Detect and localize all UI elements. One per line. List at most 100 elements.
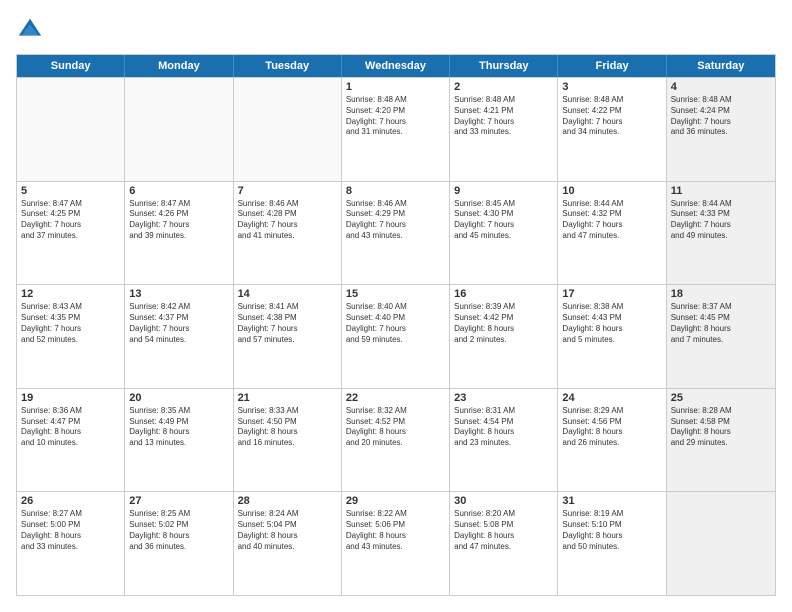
cal-cell-7: 7 Sunrise: 8:46 AM Sunset: 4:28 PM Daylig…	[234, 182, 342, 285]
day-number: 23	[454, 392, 553, 404]
header-day-sunday: Sunday	[17, 55, 125, 77]
cell-content: Sunrise: 8:38 AM Sunset: 4:43 PM Dayligh…	[562, 302, 661, 345]
cal-cell-empty	[667, 492, 775, 595]
cal-cell-31: 31 Sunrise: 8:19 AM Sunset: 5:10 PM Dayli…	[558, 492, 666, 595]
cal-cell-30: 30 Sunrise: 8:20 AM Sunset: 5:08 PM Dayli…	[450, 492, 558, 595]
day-number: 6	[129, 185, 228, 197]
day-number: 24	[562, 392, 661, 404]
calendar: SundayMondayTuesdayWednesdayThursdayFrid…	[16, 54, 776, 596]
cal-cell-6: 6 Sunrise: 8:47 AM Sunset: 4:26 PM Daylig…	[125, 182, 233, 285]
logo-icon	[16, 16, 44, 44]
cell-content: Sunrise: 8:19 AM Sunset: 5:10 PM Dayligh…	[562, 509, 661, 552]
cell-content: Sunrise: 8:36 AM Sunset: 4:47 PM Dayligh…	[21, 406, 120, 449]
cell-content: Sunrise: 8:44 AM Sunset: 4:32 PM Dayligh…	[562, 199, 661, 242]
day-number: 21	[238, 392, 337, 404]
cell-content: Sunrise: 8:44 AM Sunset: 4:33 PM Dayligh…	[671, 199, 771, 242]
header	[16, 16, 776, 44]
cal-cell-1: 1 Sunrise: 8:48 AM Sunset: 4:20 PM Daylig…	[342, 78, 450, 181]
cell-content: Sunrise: 8:27 AM Sunset: 5:00 PM Dayligh…	[21, 509, 120, 552]
cal-cell-3: 3 Sunrise: 8:48 AM Sunset: 4:22 PM Daylig…	[558, 78, 666, 181]
cal-cell-empty	[125, 78, 233, 181]
day-number: 2	[454, 81, 553, 93]
day-number: 31	[562, 495, 661, 507]
header-day-friday: Friday	[558, 55, 666, 77]
cell-content: Sunrise: 8:48 AM Sunset: 4:21 PM Dayligh…	[454, 95, 553, 138]
cell-content: Sunrise: 8:48 AM Sunset: 4:22 PM Dayligh…	[562, 95, 661, 138]
calendar-body: 1 Sunrise: 8:48 AM Sunset: 4:20 PM Daylig…	[17, 77, 775, 595]
cal-cell-22: 22 Sunrise: 8:32 AM Sunset: 4:52 PM Dayli…	[342, 389, 450, 492]
cell-content: Sunrise: 8:48 AM Sunset: 4:20 PM Dayligh…	[346, 95, 445, 138]
day-number: 15	[346, 288, 445, 300]
day-number: 12	[21, 288, 120, 300]
cell-content: Sunrise: 8:31 AM Sunset: 4:54 PM Dayligh…	[454, 406, 553, 449]
cell-content: Sunrise: 8:43 AM Sunset: 4:35 PM Dayligh…	[21, 302, 120, 345]
cal-cell-19: 19 Sunrise: 8:36 AM Sunset: 4:47 PM Dayli…	[17, 389, 125, 492]
day-number: 19	[21, 392, 120, 404]
header-day-tuesday: Tuesday	[234, 55, 342, 77]
cal-cell-24: 24Sunrise: 8:29 AM Sunset: 4:56 PM Dayli…	[558, 389, 666, 492]
day-number: 17	[562, 288, 661, 300]
cal-row-3: 19 Sunrise: 8:36 AM Sunset: 4:47 PM Dayli…	[17, 388, 775, 492]
cell-content: Sunrise: 8:45 AM Sunset: 4:30 PM Dayligh…	[454, 199, 553, 242]
cal-cell-8: 8Sunrise: 8:46 AM Sunset: 4:29 PM Daylig…	[342, 182, 450, 285]
cell-content: Sunrise: 8:48 AM Sunset: 4:24 PM Dayligh…	[671, 95, 771, 138]
cell-content: Sunrise: 8:46 AM Sunset: 4:28 PM Dayligh…	[238, 199, 337, 242]
cal-cell-14: 14 Sunrise: 8:41 AM Sunset: 4:38 PM Dayli…	[234, 285, 342, 388]
cell-content: Sunrise: 8:33 AM Sunset: 4:50 PM Dayligh…	[238, 406, 337, 449]
cal-cell-20: 20 Sunrise: 8:35 AM Sunset: 4:49 PM Dayli…	[125, 389, 233, 492]
cal-cell-empty	[17, 78, 125, 181]
day-number: 25	[671, 392, 771, 404]
cell-content: Sunrise: 8:20 AM Sunset: 5:08 PM Dayligh…	[454, 509, 553, 552]
cal-row-0: 1 Sunrise: 8:48 AM Sunset: 4:20 PM Daylig…	[17, 77, 775, 181]
header-day-monday: Monday	[125, 55, 233, 77]
cell-content: Sunrise: 8:42 AM Sunset: 4:37 PM Dayligh…	[129, 302, 228, 345]
cal-row-2: 12 Sunrise: 8:43 AM Sunset: 4:35 PM Dayli…	[17, 284, 775, 388]
cell-content: Sunrise: 8:35 AM Sunset: 4:49 PM Dayligh…	[129, 406, 228, 449]
cell-content: Sunrise: 8:47 AM Sunset: 4:25 PM Dayligh…	[21, 199, 120, 242]
cell-content: Sunrise: 8:25 AM Sunset: 5:02 PM Dayligh…	[129, 509, 228, 552]
day-number: 28	[238, 495, 337, 507]
cal-cell-23: 23 Sunrise: 8:31 AM Sunset: 4:54 PM Dayli…	[450, 389, 558, 492]
logo	[16, 16, 48, 44]
day-number: 4	[671, 81, 771, 93]
cell-content: Sunrise: 8:40 AM Sunset: 4:40 PM Dayligh…	[346, 302, 445, 345]
day-number: 11	[671, 185, 771, 197]
day-number: 13	[129, 288, 228, 300]
cal-cell-26: 26 Sunrise: 8:27 AM Sunset: 5:00 PM Dayli…	[17, 492, 125, 595]
day-number: 7	[238, 185, 337, 197]
cal-row-4: 26 Sunrise: 8:27 AM Sunset: 5:00 PM Dayli…	[17, 491, 775, 595]
cal-cell-4: 4 Sunrise: 8:48 AM Sunset: 4:24 PM Daylig…	[667, 78, 775, 181]
cal-cell-10: 10 Sunrise: 8:44 AM Sunset: 4:32 PM Dayli…	[558, 182, 666, 285]
day-number: 30	[454, 495, 553, 507]
day-number: 22	[346, 392, 445, 404]
cell-content: Sunrise: 8:32 AM Sunset: 4:52 PM Dayligh…	[346, 406, 445, 449]
day-number: 10	[562, 185, 661, 197]
cal-cell-empty	[234, 78, 342, 181]
cal-cell-13: 13 Sunrise: 8:42 AM Sunset: 4:37 PM Dayli…	[125, 285, 233, 388]
day-number: 26	[21, 495, 120, 507]
header-day-thursday: Thursday	[450, 55, 558, 77]
cal-cell-9: 9Sunrise: 8:45 AM Sunset: 4:30 PM Daylig…	[450, 182, 558, 285]
day-number: 27	[129, 495, 228, 507]
calendar-header: SundayMondayTuesdayWednesdayThursdayFrid…	[17, 55, 775, 77]
cell-content: Sunrise: 8:24 AM Sunset: 5:04 PM Dayligh…	[238, 509, 337, 552]
cell-content: Sunrise: 8:47 AM Sunset: 4:26 PM Dayligh…	[129, 199, 228, 242]
cell-content: Sunrise: 8:41 AM Sunset: 4:38 PM Dayligh…	[238, 302, 337, 345]
cal-cell-17: 17 Sunrise: 8:38 AM Sunset: 4:43 PM Dayli…	[558, 285, 666, 388]
cal-cell-21: 21 Sunrise: 8:33 AM Sunset: 4:50 PM Dayli…	[234, 389, 342, 492]
header-day-saturday: Saturday	[667, 55, 775, 77]
day-number: 3	[562, 81, 661, 93]
cal-cell-12: 12 Sunrise: 8:43 AM Sunset: 4:35 PM Dayli…	[17, 285, 125, 388]
cal-cell-16: 16Sunrise: 8:39 AM Sunset: 4:42 PM Dayli…	[450, 285, 558, 388]
day-number: 20	[129, 392, 228, 404]
day-number: 5	[21, 185, 120, 197]
day-number: 1	[346, 81, 445, 93]
day-number: 14	[238, 288, 337, 300]
page: SundayMondayTuesdayWednesdayThursdayFrid…	[0, 0, 792, 612]
cell-content: Sunrise: 8:37 AM Sunset: 4:45 PM Dayligh…	[671, 302, 771, 345]
cal-cell-28: 28 Sunrise: 8:24 AM Sunset: 5:04 PM Dayli…	[234, 492, 342, 595]
cal-cell-11: 11 Sunrise: 8:44 AM Sunset: 4:33 PM Dayli…	[667, 182, 775, 285]
cell-content: Sunrise: 8:22 AM Sunset: 5:06 PM Dayligh…	[346, 509, 445, 552]
cal-row-1: 5 Sunrise: 8:47 AM Sunset: 4:25 PM Daylig…	[17, 181, 775, 285]
cal-cell-27: 27 Sunrise: 8:25 AM Sunset: 5:02 PM Dayli…	[125, 492, 233, 595]
